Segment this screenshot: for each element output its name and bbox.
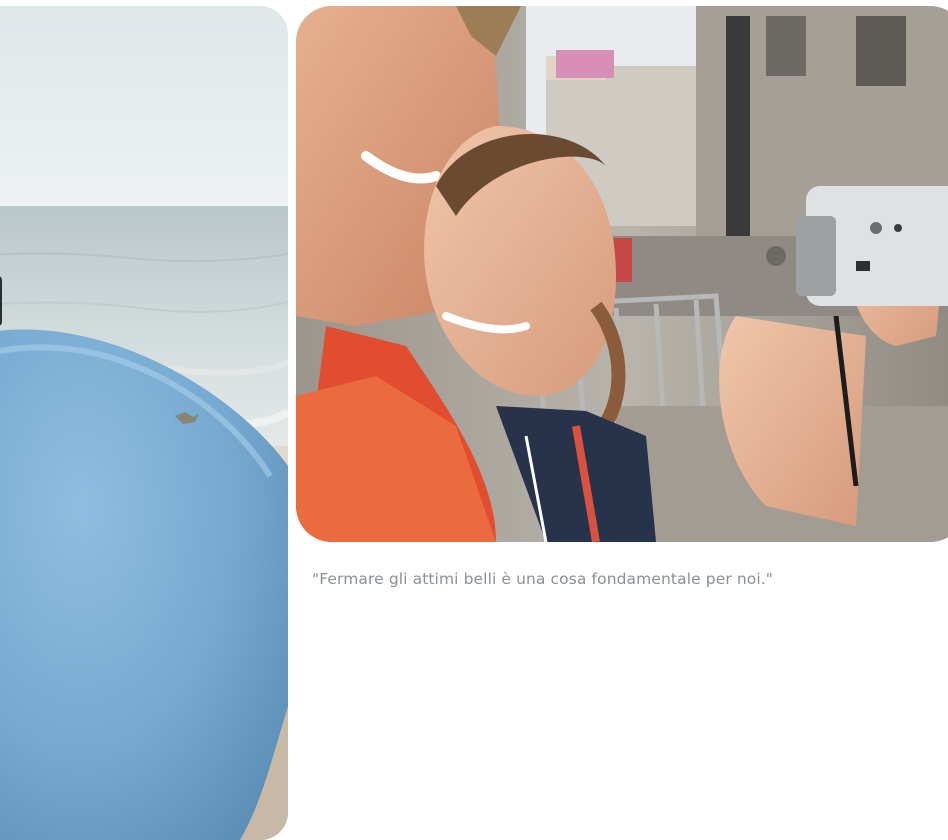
couple-camcorder-photo bbox=[296, 6, 948, 542]
page: "Fermare gli attimi belli è una cosa fon… bbox=[0, 0, 948, 840]
photo-caption: "Fermare gli attimi belli è una cosa fon… bbox=[312, 570, 774, 588]
couple-photo-card bbox=[296, 6, 948, 542]
beach-surfboard-photo bbox=[0, 6, 288, 840]
beach-photo-card bbox=[0, 6, 288, 840]
